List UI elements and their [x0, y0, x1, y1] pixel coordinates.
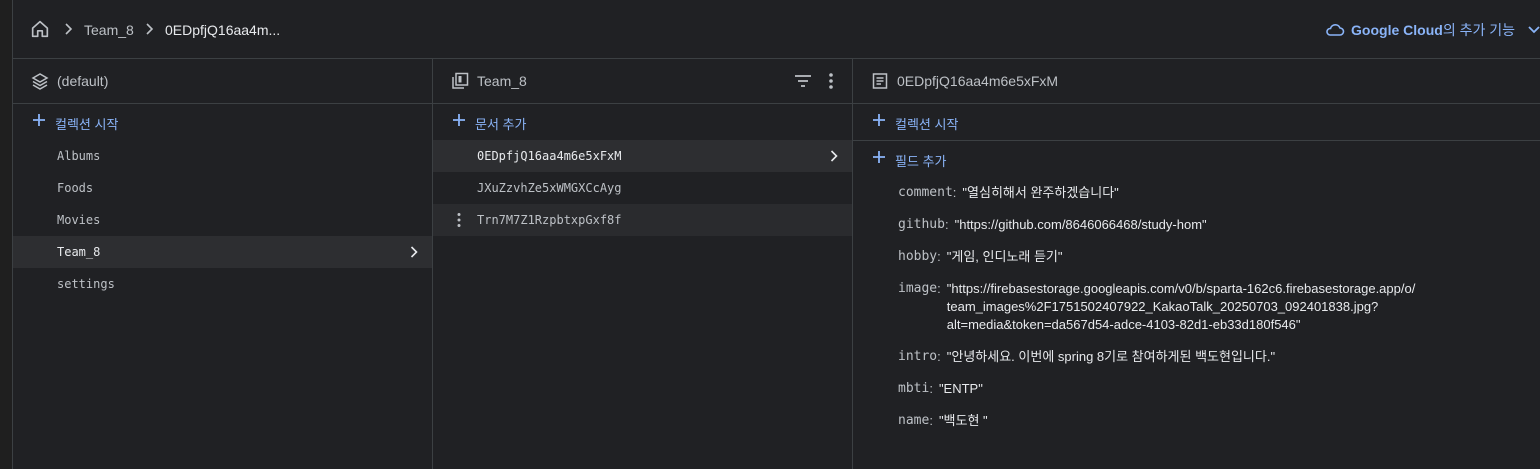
field-value: "안녕하세요. 이번에 spring 8기로 참여하게된 백도현입니다."	[946, 349, 1276, 364]
collection-item-selected[interactable]: Team_8	[13, 236, 432, 268]
field-value-line: team_images%2F1751502407922_KakaoTalk_20…	[946, 299, 1379, 314]
add-document-button[interactable]: 문서 추가	[433, 104, 852, 140]
chevron-right-icon	[146, 23, 154, 35]
plus-icon	[453, 114, 465, 126]
chevron-down-icon[interactable]	[1527, 25, 1540, 35]
cloud-icon	[1326, 24, 1345, 36]
collection-item-label: Albums	[57, 149, 101, 163]
document-column: 0EDpfjQ16aa4m6e5xFxM 컬렉션 시작 필드 추가 commen…	[853, 59, 1540, 469]
field-key: intro	[898, 349, 938, 364]
collection-item[interactable]: settings	[13, 268, 432, 300]
start-collection-label: 컬렉션 시작	[55, 117, 119, 132]
add-field-label: 필드 추가	[895, 154, 947, 169]
field-key: comment	[898, 185, 953, 200]
document-item[interactable]: JXuZzvhZe5xWMGXCcAyg	[433, 172, 852, 204]
field-key: github	[898, 217, 945, 232]
add-document-label: 문서 추가	[475, 117, 527, 132]
collection-item-label: Movies	[57, 213, 101, 227]
chevron-right-icon	[410, 246, 418, 258]
start-subcollection-label: 컬렉션 시작	[895, 117, 959, 132]
field-intro[interactable]: intro: "안녕하세요. 이번에 spring 8기로 참여하게된 백도현입…	[853, 348, 1540, 366]
add-field-button[interactable]: 필드 추가	[853, 141, 1540, 177]
document-item-selected[interactable]: 0EDpfjQ16aa4m6e5xFxM	[433, 140, 852, 172]
field-key: image	[898, 281, 938, 296]
more-vert-icon[interactable]	[828, 72, 834, 90]
collection-item[interactable]: Albums	[13, 140, 432, 172]
field-value: "https://github.com/8646066468/study-hom…	[954, 217, 1207, 232]
field-value: "백도현 "	[938, 413, 988, 428]
plus-icon	[873, 114, 885, 126]
document-item-label: Trn7M7Z1RzpbtxpGxf8f	[477, 213, 622, 227]
field-mbti[interactable]: mbti: "ENTP"	[853, 380, 1540, 398]
field-image[interactable]: image: "https://firebasestorage.googleap…	[853, 280, 1540, 334]
document-item[interactable]: Trn7M7Z1RzpbtxpGxf8f	[433, 204, 852, 236]
plus-icon	[873, 151, 885, 163]
collection-item-label: Team_8	[57, 245, 101, 259]
field-key: hobby	[898, 249, 938, 264]
field-value: "게임, 인디노래 듣기"	[946, 249, 1063, 264]
database-title: (default)	[57, 73, 109, 89]
field-github[interactable]: github: "https://github.com/8646066468/s…	[853, 216, 1540, 234]
field-value: "열심히해서 완주하겠습니다"	[962, 185, 1119, 200]
chevron-right-icon	[65, 23, 73, 35]
plus-icon	[33, 114, 45, 126]
collection-icon	[452, 72, 469, 89]
collection-item[interactable]: Movies	[13, 204, 432, 236]
top-bar: Team_8 0EDpfjQ16aa4m... Google Cloud의 추가…	[13, 0, 1540, 59]
document-item-label: JXuZzvhZe5xWMGXCcAyg	[477, 181, 622, 195]
field-value-line: alt=media&token=da567d54-adce-4103-82d1-…	[946, 317, 1301, 332]
filter-icon[interactable]	[794, 73, 812, 89]
collection-header: Team_8	[433, 59, 852, 104]
google-cloud-brand: Google Cloud	[1351, 22, 1443, 38]
field-value: "https://firebasestorage.googleapis.com/…	[947, 280, 1416, 334]
collection-title: Team_8	[477, 73, 527, 89]
firestore-panel: Team_8 0EDpfjQ16aa4m... Google Cloud의 추가…	[12, 0, 1540, 469]
database-icon	[31, 73, 49, 90]
google-cloud-suffix: 의 추가 기능	[1442, 22, 1515, 38]
field-key: name	[898, 413, 930, 428]
collection-item[interactable]: Foods	[13, 172, 432, 204]
field-name[interactable]: name: "백도현 "	[853, 412, 1540, 430]
field-key: mbti	[898, 381, 930, 396]
collection-column: Team_8 문서 추가 0EDpfjQ16aa4m6e5xFxM JXuZzv…	[433, 59, 853, 469]
start-subcollection-button[interactable]: 컬렉션 시작	[853, 104, 1540, 140]
collection-item-label: Foods	[57, 181, 94, 195]
chevron-right-icon	[830, 150, 838, 162]
collection-item-label: settings	[57, 277, 115, 291]
database-column: (default) 컬렉션 시작 Albums Foods Movies Tea…	[13, 59, 433, 469]
field-comment[interactable]: comment: "열심히해서 완주하겠습니다"	[853, 184, 1540, 202]
more-vert-icon[interactable]	[457, 212, 461, 228]
document-header: 0EDpfjQ16aa4m6e5xFxM	[853, 59, 1540, 104]
start-collection-button[interactable]: 컬렉션 시작	[13, 104, 432, 140]
field-hobby[interactable]: hobby: "게임, 인디노래 듣기"	[853, 248, 1540, 266]
field-value-line: "https://firebasestorage.googleapis.com/…	[946, 281, 1416, 296]
database-header: (default)	[13, 59, 432, 104]
breadcrumb-document[interactable]: 0EDpfjQ16aa4m...	[165, 22, 280, 38]
document-title: 0EDpfjQ16aa4m6e5xFxM	[897, 73, 1059, 89]
document-item-label: 0EDpfjQ16aa4m6e5xFxM	[477, 149, 622, 163]
breadcrumb-collection[interactable]: Team_8	[84, 22, 134, 38]
field-value: "ENTP"	[938, 381, 983, 396]
google-cloud-extensions[interactable]: Google Cloud의 추가 기능	[1325, 20, 1540, 40]
document-icon	[872, 73, 888, 89]
home-icon[interactable]	[29, 18, 51, 40]
